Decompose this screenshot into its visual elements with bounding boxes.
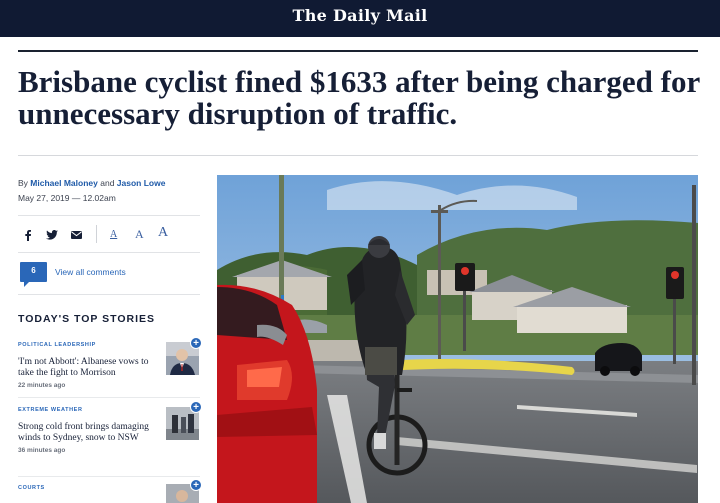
twitter-icon	[46, 230, 58, 240]
comment-count-badge[interactable]: 6	[20, 262, 47, 287]
sidebar-divider	[18, 215, 200, 216]
font-size-medium-button[interactable]: A	[135, 227, 144, 242]
facebook-share-button[interactable]	[22, 228, 34, 242]
cyclist-street-photo	[217, 175, 698, 503]
toolbar-divider	[96, 225, 97, 243]
publish-date: May 27, 2019 — 12.02am	[18, 193, 116, 203]
headline-top-rule	[18, 50, 698, 52]
sidebar-divider	[18, 294, 200, 295]
story-title[interactable]: Strong cold front brings damaging winds …	[18, 422, 158, 444]
article-hero-image[interactable]	[217, 175, 698, 503]
author-link-1[interactable]: Michael Maloney	[30, 178, 98, 188]
story-divider	[18, 397, 200, 398]
add-story-button[interactable]: +	[190, 479, 202, 491]
byline: By Michael Maloney and Jason Lowe	[18, 178, 165, 188]
view-comments-link[interactable]: View all comments	[55, 267, 126, 277]
site-logo[interactable]: The Daily Mail	[0, 6, 720, 25]
byline-and: and	[100, 178, 115, 188]
article-headline: Brisbane cyclist fined $1633 after being…	[18, 64, 700, 131]
facebook-icon	[25, 230, 31, 241]
headline-bottom-rule	[18, 155, 698, 156]
top-stories-heading: TODAY'S TOP STORIES	[18, 313, 156, 325]
font-size-small-button[interactable]: A	[110, 229, 117, 240]
author-link-2[interactable]: Jason Lowe	[117, 178, 166, 188]
plus-icon: +	[193, 402, 199, 413]
story-time: 36 minutes ago	[18, 447, 66, 454]
story-time: 22 minutes ago	[18, 382, 66, 389]
plus-icon: +	[193, 338, 199, 349]
email-icon	[70, 231, 82, 239]
story-divider	[18, 476, 200, 477]
add-story-button[interactable]: +	[190, 337, 202, 349]
byline-prefix: By	[18, 178, 28, 188]
email-share-button[interactable]	[69, 228, 83, 242]
sidebar-divider	[18, 252, 200, 253]
add-story-button[interactable]: +	[190, 401, 202, 413]
story-title[interactable]: 'I'm not Abbott': Albanese vows to take …	[18, 357, 158, 379]
font-size-large-button[interactable]: A	[158, 225, 168, 241]
plus-icon: +	[193, 480, 199, 491]
twitter-share-button[interactable]	[45, 228, 59, 242]
